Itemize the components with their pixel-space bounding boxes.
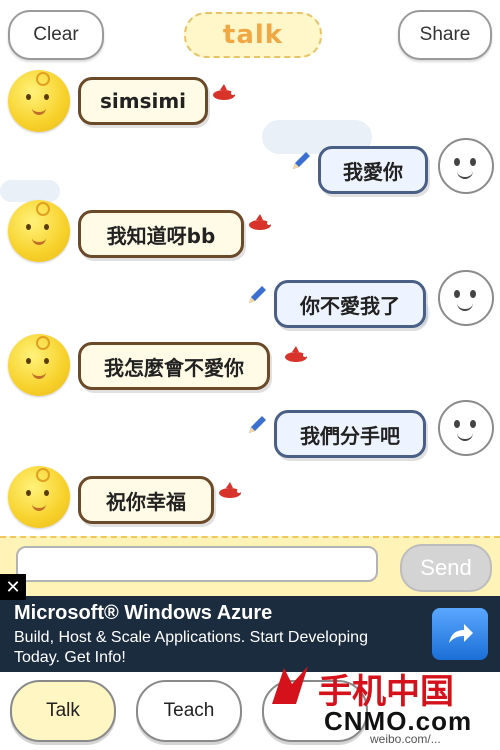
page-title: talk — [184, 12, 322, 58]
message-row: 祝你幸福 — [0, 462, 500, 536]
message-row: 我知道呀bb — [0, 198, 500, 272]
ad-title: Microsoft® Windows Azure — [14, 602, 273, 624]
pencil-icon — [293, 152, 310, 169]
share-arrow-icon[interactable] — [432, 608, 488, 660]
share-button[interactable]: Share — [398, 10, 492, 60]
bird-icon — [219, 482, 241, 498]
message-row: simsimi — [0, 68, 500, 142]
message-bubble: simsimi — [78, 77, 208, 125]
user-avatar — [438, 400, 494, 456]
message-row: 我怎麼會不愛你 — [0, 330, 500, 404]
pencil-icon — [249, 286, 266, 303]
send-button[interactable]: Send — [400, 544, 492, 592]
tab-talk[interactable]: Talk — [10, 680, 116, 742]
top-bar: Clear talk Share — [0, 0, 500, 68]
close-icon[interactable]: ✕ — [0, 574, 26, 600]
simsimi-avatar — [8, 466, 70, 528]
message-input[interactable] — [16, 546, 378, 582]
bird-icon — [213, 84, 235, 100]
ad-banner[interactable]: ✕ Microsoft® Windows Azure Build, Host &… — [0, 574, 500, 672]
bird-icon — [249, 214, 271, 230]
user-avatar — [438, 270, 494, 326]
message-bubble: 我愛你 — [318, 146, 428, 194]
bird-icon — [285, 346, 307, 362]
pencil-icon — [249, 416, 266, 433]
input-bar: Send — [0, 536, 500, 598]
message-bubble: 我們分手吧 — [274, 410, 426, 458]
message-bubble: 我怎麼會不愛你 — [78, 342, 270, 390]
chat-area[interactable]: simsimi 我愛你 我知道呀bb 你不愛我了 我怎麼會不愛你 我們分手吧 祝… — [0, 68, 500, 536]
simsimi-avatar — [8, 70, 70, 132]
watermark-url: weibo.com/... — [370, 732, 441, 746]
message-bubble: 我知道呀bb — [78, 210, 244, 258]
simsimi-avatar — [8, 334, 70, 396]
tab-teach[interactable]: Teach — [136, 680, 242, 742]
cnmo-logo-icon — [272, 666, 308, 704]
watermark: 手机中国 CNMO.com weibo.com/... — [262, 662, 500, 750]
message-bubble: 你不愛我了 — [274, 280, 426, 328]
user-avatar — [438, 138, 494, 194]
simsimi-avatar — [8, 200, 70, 262]
clear-button[interactable]: Clear — [8, 10, 104, 60]
message-bubble: 祝你幸福 — [78, 476, 214, 524]
